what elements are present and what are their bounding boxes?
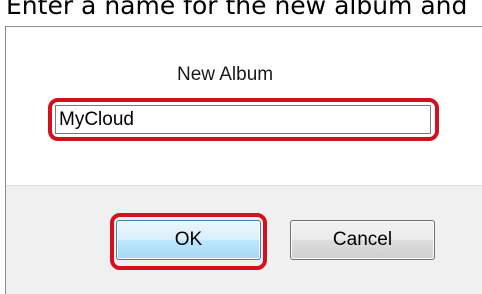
- album-name-input[interactable]: [55, 105, 431, 134]
- dialog-prompt-label: New Album: [177, 64, 274, 85]
- dialog-body: New Album: [6, 27, 482, 185]
- new-album-dialog: New Album OK Cancel: [5, 26, 482, 294]
- ok-button[interactable]: OK: [116, 220, 261, 260]
- cancel-button[interactable]: Cancel: [290, 220, 435, 260]
- instruction-text: Enter a name for the new album and: [6, 0, 468, 20]
- screenshot-page: Enter a name for the new album and New A…: [0, 0, 482, 294]
